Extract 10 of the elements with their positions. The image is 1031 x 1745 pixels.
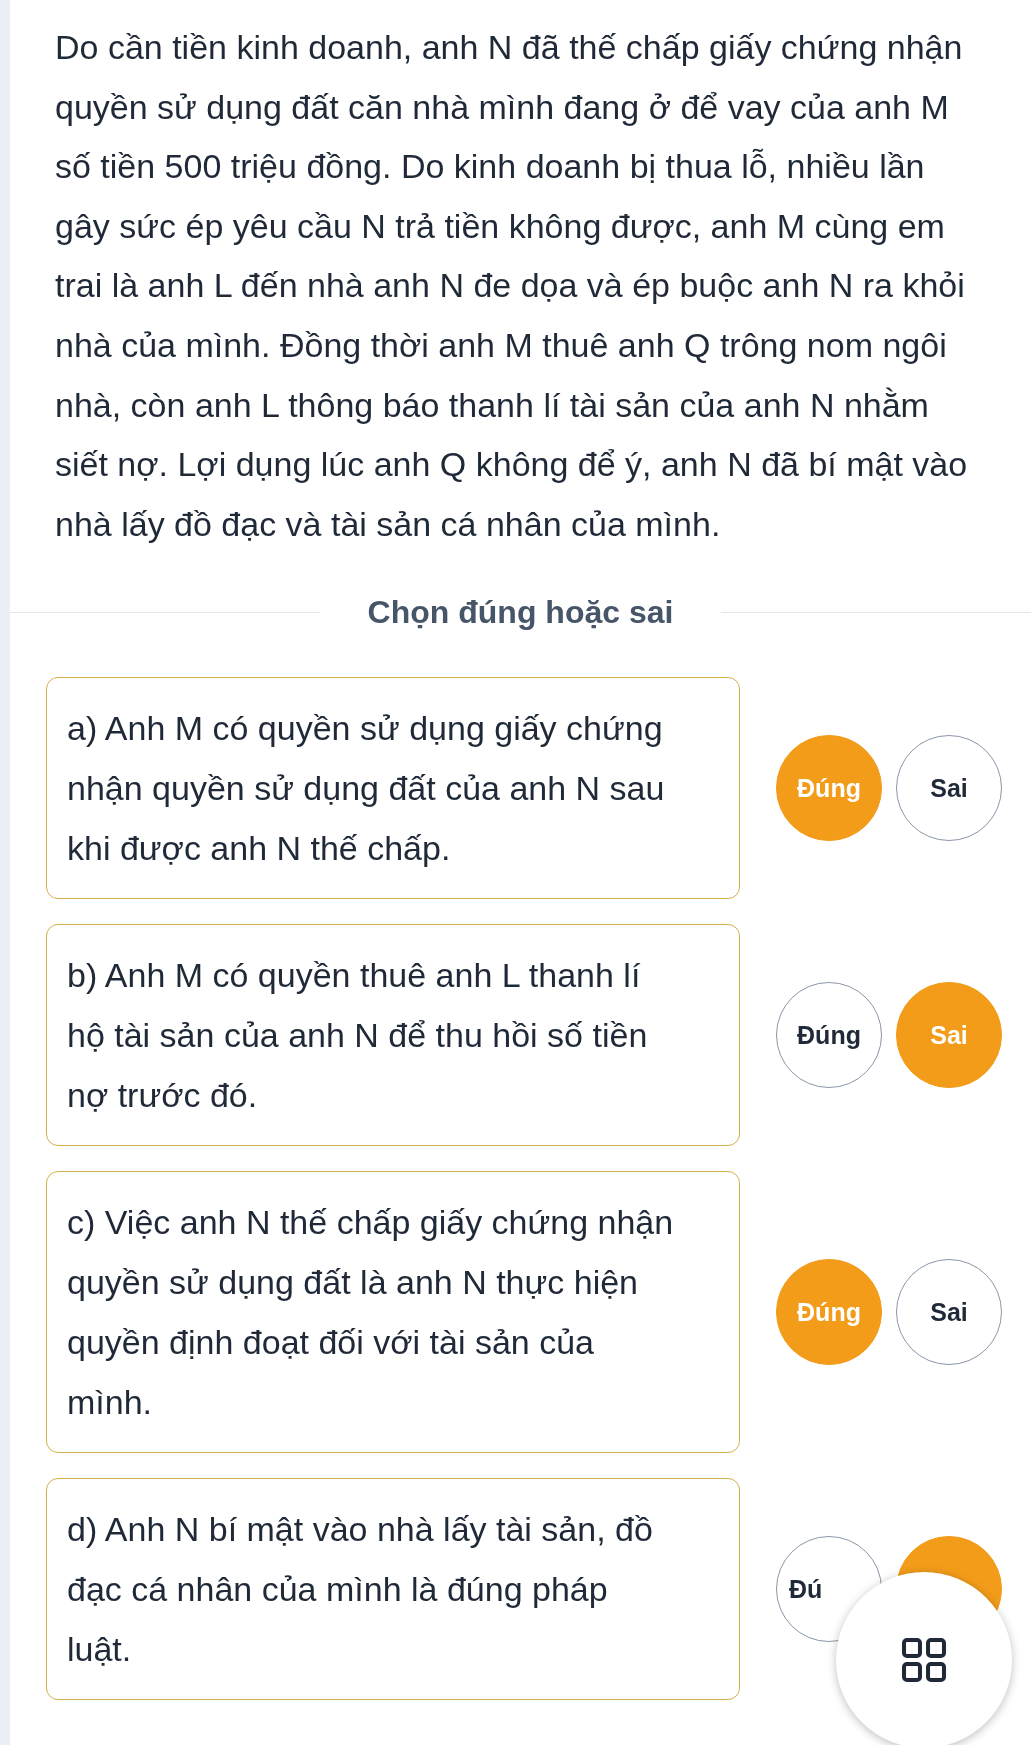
answer-button[interactable]: Sai — [896, 735, 1002, 842]
statement-card: a) Anh M có quyền sử dụng giấy chứng nhận quyền sử dụng đất của anh N sau khi được anh N thế chấp. — [46, 677, 740, 900]
statement-card: d) Anh N bí mật vào nhà lấy tài sản, đồ đạc cá nhân của mình là đúng pháp luật. — [46, 1478, 740, 1701]
statement-card: b) Anh M có quyền thuê anh L thanh lí hộ tài sản của anh N để thu hồi số tiền nợ trước đó. — [46, 924, 740, 1147]
answer-button[interactable]: Đúng — [776, 982, 882, 1089]
section-title: Chọn đúng hoặc sai — [367, 594, 674, 632]
statement-card: c) Việc anh N thế chấp giấy chứng nhận quyền sử dụng đất là anh N thực hiện quyền định đoạt đối với tài sản của mình. — [46, 1171, 740, 1454]
grid-icon — [901, 1637, 947, 1683]
answer-button[interactable]: Sai — [896, 1259, 1002, 1366]
passage-text: Do cần tiền kinh doanh, anh N đã thế chấp giấy chứng nhận quyền sử dụng đất căn nhà mình đang ở để vay của anh M số tiền 500 triệu đồng. Do kinh doanh bị thua lỗ, nhiều lần gây sức ép yêu cầu N trả tiền không được, anh M cùng em trai là anh L đến nhà anh N đe dọa và ép buộc anh N ra khỏi nhà của mình. Đồng thời anh M thuê anh Q trông nom ngôi nhà, còn anh L thông báo thanh lí tài sản của anh N nhằm siết nợ. Lợi dụng lúc anh Q không để ý, anh N đã bí mật vào nhà lấy đồ đạc và tài sản cá nhân của mình. — [54, 27, 969, 545]
